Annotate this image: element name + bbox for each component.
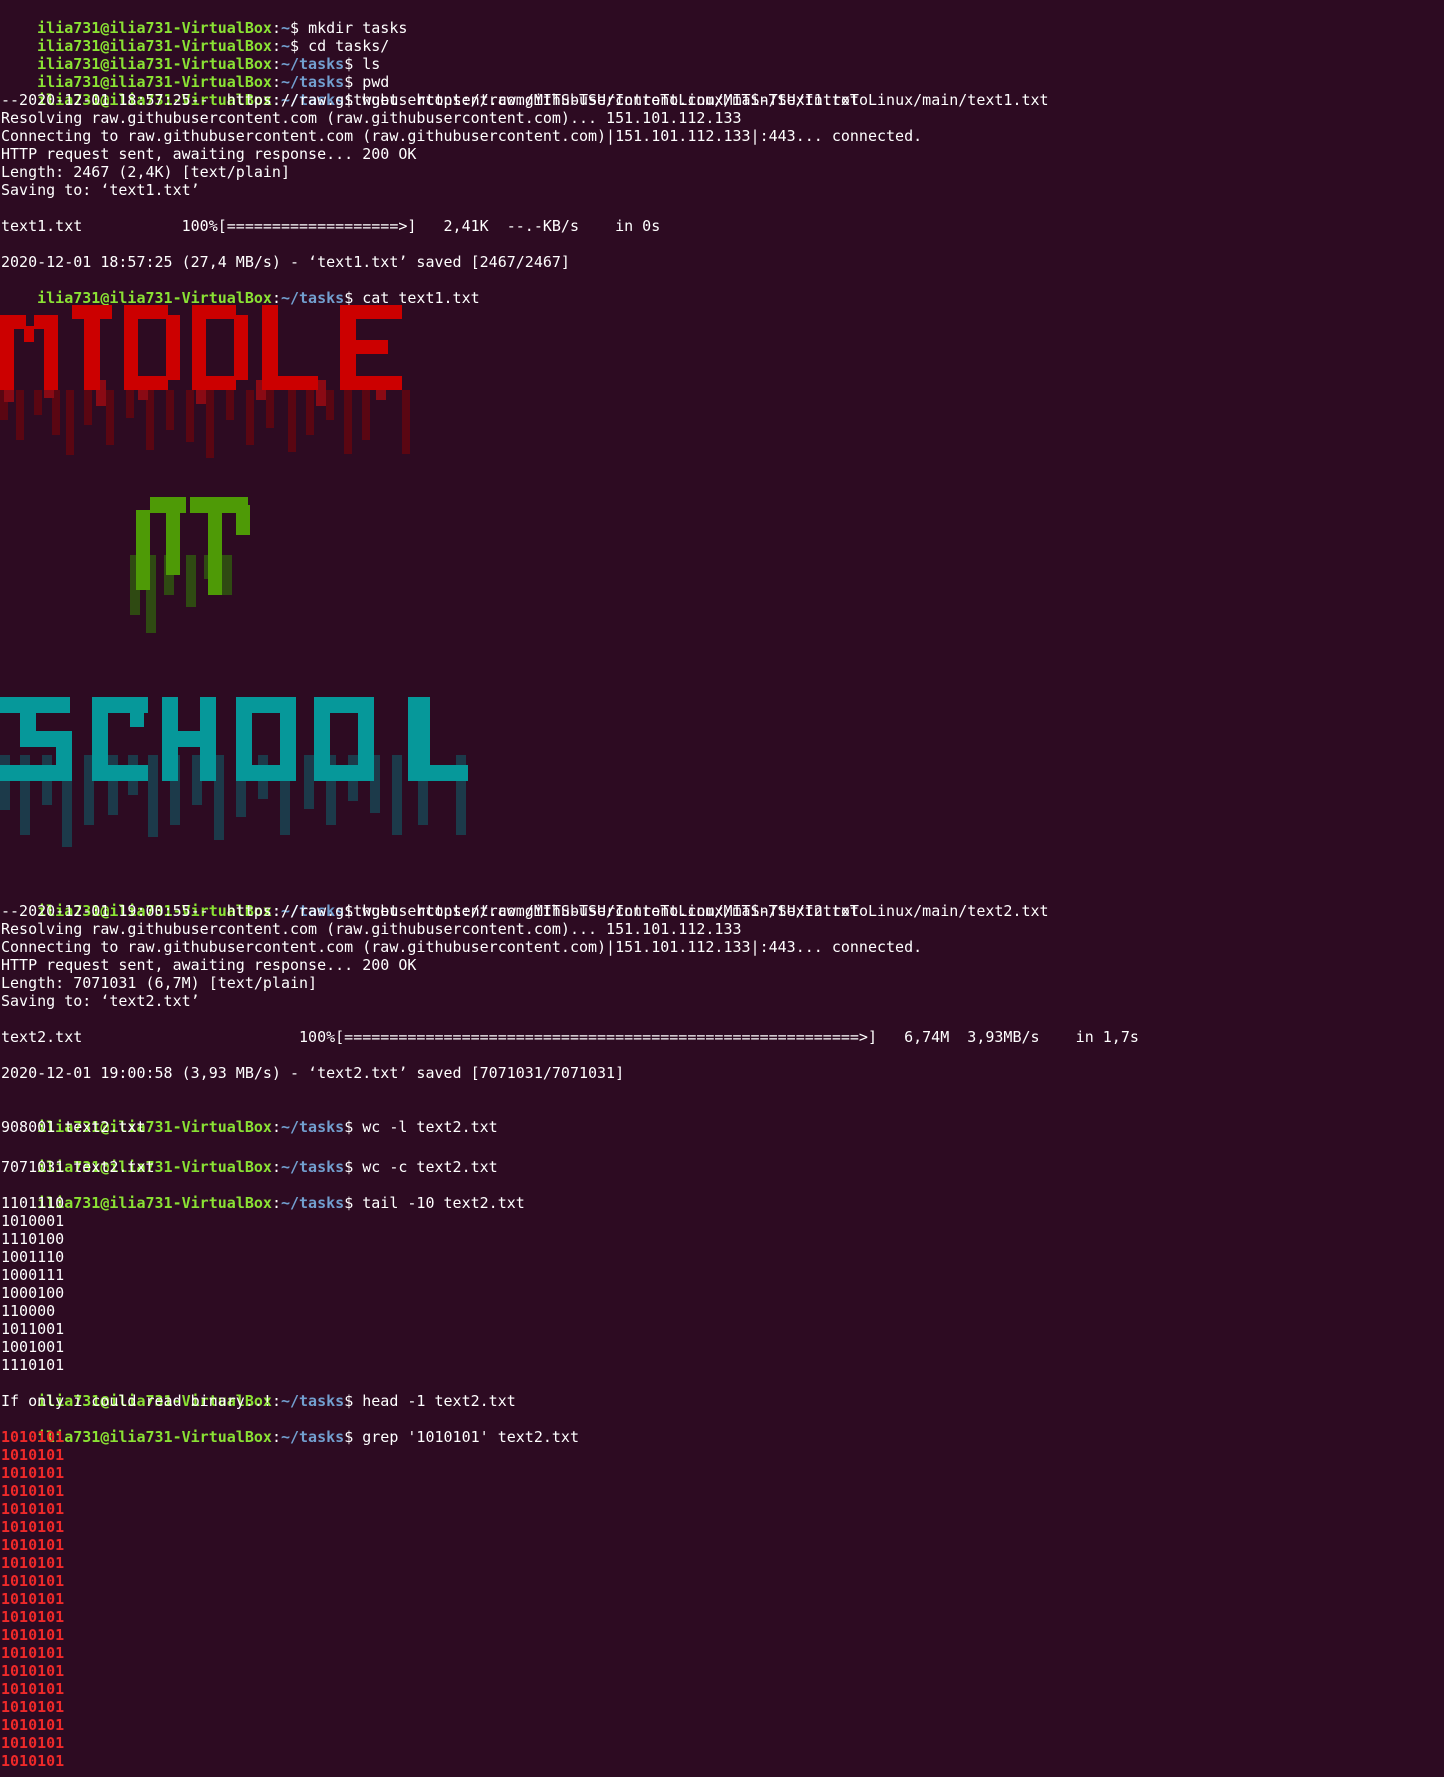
grep-match-line: 1010101 bbox=[1, 1482, 65, 1500]
grep-match-line: 1010101 bbox=[1, 1680, 65, 1698]
output-line: Connecting to raw.githubusercontent.com … bbox=[1, 127, 923, 145]
prompt-dollar: $ bbox=[344, 1118, 363, 1136]
grep-match-line: 1010101 bbox=[1, 1626, 65, 1644]
prompt-path: ~/tasks bbox=[280, 1194, 345, 1212]
prompt-user: ilia731@ilia731-VirtualBox bbox=[37, 1194, 272, 1212]
grep-match-line: 1010101 bbox=[1, 1428, 65, 1446]
prompt-line: ilia731@ilia731-VirtualBox:~/tasks$ ls bbox=[37, 55, 381, 73]
prompt-path: ~/tasks bbox=[280, 1392, 345, 1410]
prompt-dollar: $ bbox=[344, 1194, 363, 1212]
prompt-line: ilia731@ilia731-VirtualBox:~/tasks$ tail… bbox=[37, 1194, 525, 1212]
prompt-line: ilia731@ilia731-VirtualBox:~/tasks$ wc -… bbox=[37, 1158, 498, 1176]
prompt-line: ilia731@ilia731-VirtualBox:~/tasks$ grep… bbox=[37, 1428, 579, 1446]
output-line: Length: 7071031 (6,7M) [text/plain] bbox=[1, 974, 318, 992]
output-line: HTTP request sent, awaiting response... … bbox=[1, 145, 417, 163]
progress-line: text2.txt 100%[=========================… bbox=[1, 1028, 1139, 1046]
output-line: 908001 text2.txt bbox=[1, 1118, 146, 1136]
grep-match-line: 1010101 bbox=[1, 1536, 65, 1554]
output-line: 1010001 bbox=[1, 1212, 65, 1230]
grep-match-line: 1010101 bbox=[1, 1662, 65, 1680]
command-text: grep '1010101' text2.txt bbox=[362, 1428, 579, 1446]
output-line: 2020-12-01 19:00:58 (3,93 MB/s) - ‘text2… bbox=[1, 1064, 625, 1082]
prompt-dollar: $ bbox=[344, 1428, 363, 1446]
prompt-line: ilia731@ilia731-VirtualBox:~/tasks$ head… bbox=[37, 1392, 516, 1410]
output-line: Saving to: ‘text2.txt’ bbox=[1, 992, 200, 1010]
grep-match-line: 1010101 bbox=[1, 1554, 65, 1572]
prompt-line: ilia731@ilia731-VirtualBox:~$ cd tasks/ bbox=[37, 37, 390, 55]
grep-match-line: 1010101 bbox=[1, 1698, 65, 1716]
command-text: head -1 text2.txt bbox=[362, 1392, 516, 1410]
progress-line: text1.txt 100%[===================>] 2,4… bbox=[1, 217, 661, 235]
output-line: Resolving raw.githubusercontent.com (raw… bbox=[1, 109, 742, 127]
output-line: Resolving raw.githubusercontent.com (raw… bbox=[1, 920, 742, 938]
ascii-art-it-graphic bbox=[130, 497, 250, 633]
output-line: 1011001 bbox=[1, 1320, 65, 1338]
ascii-art-school bbox=[0, 695, 480, 885]
prompt-dollar: $ bbox=[344, 1392, 363, 1410]
command-text: wc -c text2.txt bbox=[362, 1158, 498, 1176]
output-line: Length: 2467 (2,4K) [text/plain] bbox=[1, 163, 290, 181]
prompt-line: ilia731@ilia731-VirtualBox:~/tasks$ wget… bbox=[37, 902, 1049, 920]
grep-match-line: 1010101 bbox=[1, 1464, 65, 1482]
output-line: Saving to: ‘text1.txt’ bbox=[1, 181, 200, 199]
ascii-art-school-graphic bbox=[0, 697, 468, 847]
output-line: HTTP request sent, awaiting response... … bbox=[1, 956, 417, 974]
prompt-dollar: $ bbox=[344, 1158, 363, 1176]
prompt-line: ilia731@ilia731-VirtualBox:~/tasks$ cat … bbox=[37, 289, 480, 307]
command-text: tail -10 text2.txt bbox=[362, 1194, 525, 1212]
ascii-art-middle-graphic bbox=[0, 305, 410, 458]
output-line: 1001110 bbox=[1, 1248, 65, 1266]
command-text: wc -l text2.txt bbox=[362, 1118, 498, 1136]
prompt-line: ilia731@ilia731-VirtualBox:~/tasks$ pwd bbox=[37, 73, 390, 91]
output-line: 2020-12-01 18:57:25 (27,4 MB/s) - ‘text1… bbox=[1, 253, 570, 271]
output-line: 1001001 bbox=[1, 1338, 65, 1356]
grep-match-line: 1010101 bbox=[1, 1446, 65, 1464]
output-line: If only i could read binary..! bbox=[1, 1392, 272, 1410]
grep-match-line: 1010101 bbox=[1, 1518, 65, 1536]
grep-match-line: 1010101 bbox=[1, 1590, 65, 1608]
terminal-window[interactable]: ilia731@ilia731-VirtualBox:~$ mkdir task… bbox=[0, 0, 1444, 1777]
prompt-user: ilia731@ilia731-VirtualBox bbox=[37, 1428, 272, 1446]
ascii-art-it bbox=[130, 495, 260, 665]
output-line: 1101110 bbox=[1, 1194, 65, 1212]
output-line: 1110100 bbox=[1, 1230, 65, 1248]
grep-match-line: 1010101 bbox=[1, 1644, 65, 1662]
grep-match-line: 1010101 bbox=[1, 1500, 65, 1518]
prompt-line: ilia731@ilia731-VirtualBox:~$ mkdir task… bbox=[37, 19, 408, 37]
output-line: 1110101 bbox=[1, 1356, 65, 1374]
output-line: 1000100 bbox=[1, 1284, 65, 1302]
grep-match-line: 1010101 bbox=[1, 1752, 65, 1770]
grep-match-line: 1010101 bbox=[1, 1572, 65, 1590]
prompt-path: ~/tasks bbox=[280, 1158, 345, 1176]
output-line: 7071031 text2.txt bbox=[1, 1158, 155, 1176]
prompt-line: ilia731@ilia731-VirtualBox:~/tasks$ wc -… bbox=[37, 1118, 498, 1136]
output-line: --2020-12-01 19:00:55-- https://raw.gith… bbox=[1, 902, 859, 920]
prompt-path: ~/tasks bbox=[280, 1428, 345, 1446]
prompt-line: ilia731@ilia731-VirtualBox:~/tasks$ wget… bbox=[37, 91, 1049, 109]
grep-match-line: 1010101 bbox=[1, 1716, 65, 1734]
output-line: Connecting to raw.githubusercontent.com … bbox=[1, 938, 923, 956]
prompt-path: ~/tasks bbox=[280, 1118, 345, 1136]
output-line: 110000 bbox=[1, 1302, 56, 1320]
grep-match-line: 1010101 bbox=[1, 1608, 65, 1626]
ascii-art-middle bbox=[0, 300, 420, 470]
output-line: --2020-12-01 18:57:25-- https://raw.gith… bbox=[1, 91, 859, 109]
grep-match-line: 1010101 bbox=[1, 1734, 65, 1752]
output-line: 1000111 bbox=[1, 1266, 65, 1284]
